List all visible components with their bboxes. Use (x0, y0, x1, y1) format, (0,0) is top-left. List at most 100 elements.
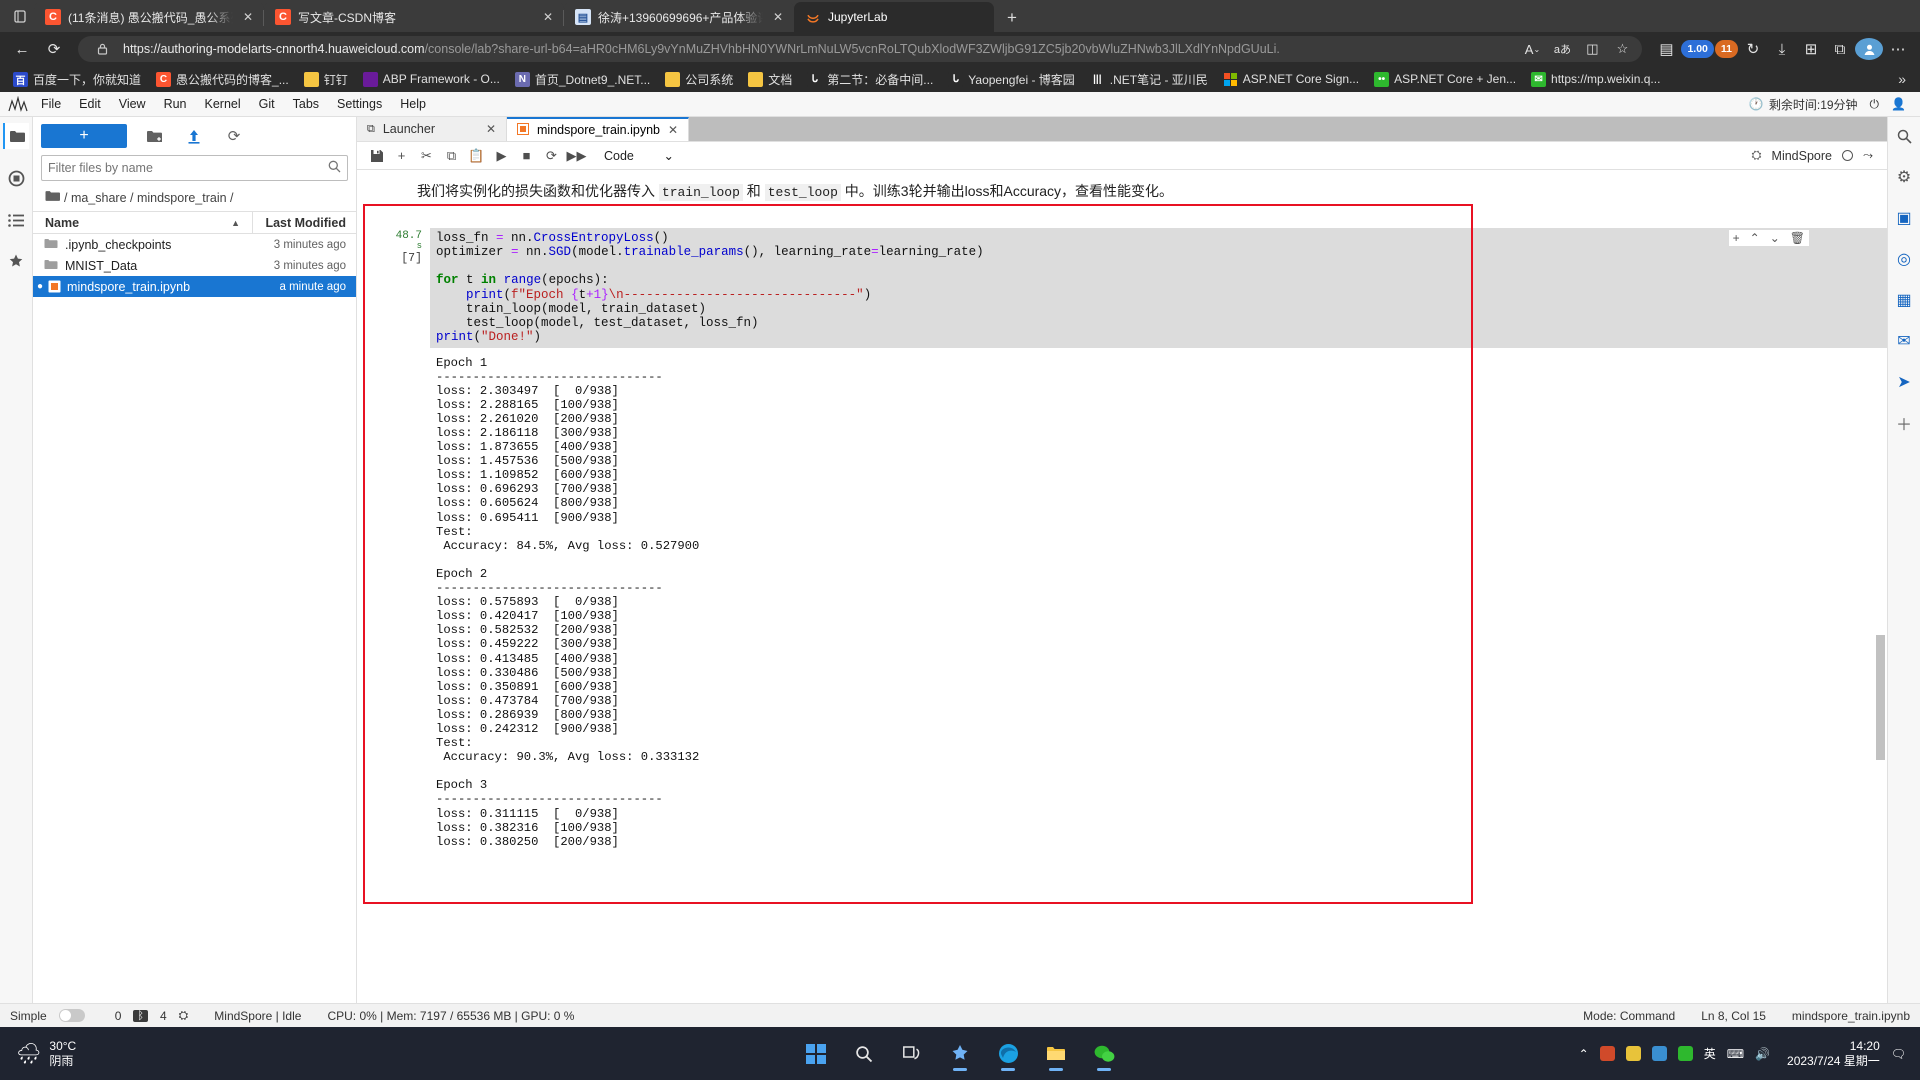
table-of-contents-icon[interactable] (3, 207, 29, 233)
extensions-icon[interactable]: ⧉ (1826, 35, 1854, 63)
stop-icon[interactable]: ■ (515, 145, 538, 167)
bookmark-item[interactable]: ABP Framework - O... (356, 70, 507, 89)
move-cell-down-icon[interactable]: ⌄ (1770, 231, 1780, 245)
tab-search-icon[interactable] (6, 0, 34, 32)
star-icon[interactable]: ☆ (1608, 37, 1636, 61)
browser-tab-0[interactable]: C (11条消息) 愚公搬代码_愚公系列 ✕ (34, 2, 264, 32)
volume-icon[interactable]: 🔊 (1755, 1047, 1770, 1061)
file-filter-input[interactable] (48, 161, 328, 175)
rewards-badge[interactable]: 1.00 (1681, 40, 1714, 58)
split-screen-icon[interactable]: ◫ (1578, 37, 1606, 61)
sound-icon[interactable] (1677, 1046, 1693, 1061)
user-icon[interactable]: 👤 (1891, 97, 1906, 111)
weather-widget[interactable]: 🌧 30°C 阴雨 (0, 1039, 230, 1068)
simple-mode-toggle[interactable] (58, 1009, 85, 1022)
kernel-info[interactable]: MindSpore | Idle (214, 1009, 301, 1023)
notebook-scroll-area[interactable]: 我们将实例化的损失函数和优化器传入 train_loop 和 test_loop… (357, 170, 1887, 1003)
kernels-count[interactable]: 4 (160, 1009, 167, 1023)
bookmark-item[interactable]: 公司系统 (658, 69, 740, 90)
add-icon[interactable]: ＋ (1891, 410, 1917, 436)
avatar[interactable] (1855, 38, 1883, 60)
new-launcher-button[interactable]: + (41, 124, 127, 148)
bug-icon[interactable]: ⛭ (1752, 148, 1762, 163)
collections-icon[interactable]: ▤ (1652, 35, 1680, 63)
column-header-name[interactable]: Name ▲ (33, 216, 252, 230)
wechat-icon[interactable] (1086, 1036, 1122, 1072)
network-icon[interactable] (1599, 1046, 1615, 1061)
menu-help[interactable]: Help (391, 94, 435, 114)
notebook-scrollbar[interactable] (1875, 170, 1885, 1003)
restart-run-all-icon[interactable]: ▶▶ (565, 145, 588, 167)
code-editor[interactable]: loss_fn = nn.CrossEntropyLoss() optimizer… (430, 227, 1887, 348)
file-filter-box[interactable] (41, 155, 348, 181)
menu-file[interactable]: File (32, 94, 70, 114)
bookmark-item[interactable]: C 愚公搬代码的博客_... (149, 69, 296, 90)
close-icon[interactable]: ✕ (240, 10, 256, 24)
back-button[interactable]: ← (8, 35, 36, 63)
new-folder-icon[interactable] (141, 124, 167, 148)
ellipsis-icon[interactable]: ⋯ (1884, 35, 1912, 63)
downloads-icon[interactable]: ⤓ (1768, 35, 1796, 63)
edge-icon[interactable] (990, 1036, 1026, 1072)
search-icon[interactable] (1891, 123, 1917, 149)
explorer-icon[interactable] (1038, 1036, 1074, 1072)
breadcrumb[interactable]: / ma_share / mindspore_train / (33, 187, 356, 211)
send-icon[interactable]: ➤ (1891, 369, 1917, 395)
file-browser-icon[interactable] (3, 123, 29, 149)
bookmark-item[interactable]: ᒐ 第二节：必备中间... (800, 69, 940, 90)
save-icon[interactable] (365, 145, 388, 167)
apps-icon[interactable]: ⊞ (1797, 35, 1825, 63)
doc-tab-notebook[interactable]: mindspore_train.ipynb ✕ (507, 117, 690, 141)
terminals-count[interactable]: 0 (115, 1009, 122, 1023)
bookmark-item[interactable]: •• ASP.NET Core + Jen... (1367, 70, 1523, 89)
app-icon[interactable] (1651, 1046, 1667, 1061)
refresh-button[interactable]: ⟳ (40, 35, 68, 63)
bookmark-item[interactable]: 百百度一下，你就知道 (6, 69, 148, 90)
file-row-ipynb-checkpoints[interactable]: .ipynb_checkpoints 3 minutes ago (33, 234, 356, 255)
menu-git[interactable]: Git (250, 94, 284, 114)
file-row-mindspore-train[interactable]: ● mindspore_train.ipynb a minute ago (33, 276, 356, 297)
close-icon[interactable]: ✕ (668, 123, 678, 137)
clock[interactable]: 14:20 2023/7/24 星期一 (1781, 1039, 1880, 1069)
menu-kernel[interactable]: Kernel (196, 94, 250, 114)
cell-type-select[interactable]: Code ⌄ (600, 145, 678, 167)
bookmark-item[interactable]: 文档 (741, 69, 799, 90)
cursor-position[interactable]: Ln 8, Col 15 (1701, 1009, 1766, 1023)
read-aloud-icon[interactable]: A ⌄ (1518, 37, 1546, 61)
search-icon[interactable] (846, 1036, 882, 1072)
ime-indicator[interactable]: 英 (1704, 1045, 1716, 1062)
notifications-badge[interactable]: 11 (1714, 40, 1738, 58)
bookmark-item[interactable]: 钉钉 (297, 69, 355, 90)
close-icon[interactable]: ✕ (540, 10, 556, 24)
mail-icon[interactable]: ✉ (1891, 328, 1917, 354)
task-view-icon[interactable] (894, 1036, 930, 1072)
tray-chevron-icon[interactable]: ⌃ (1579, 1047, 1589, 1061)
browser-tab-2[interactable]: ▤ 徐涛+13960699696+产品体验评 ✕ (563, 2, 794, 32)
code-cell[interactable]: + ⌃ ⌄ 🗑 48.7 s [7] loss_fn = nn.CrossEntr… (367, 227, 1887, 849)
close-icon[interactable]: ✕ (770, 10, 786, 24)
share-icon[interactable]: ⤳ (1863, 148, 1879, 163)
menu-view[interactable]: View (110, 94, 155, 114)
menu-tabs[interactable]: Tabs (284, 94, 328, 114)
bookmarks-overflow-button[interactable]: » (1890, 71, 1914, 87)
memory-icon[interactable]: ⛭ (179, 1008, 189, 1023)
help-circle-icon[interactable]: ◎ (1891, 246, 1917, 272)
bookmark-item[interactable]: ASP.NET Core Sign... (1216, 70, 1366, 89)
restart-icon[interactable]: ⟳ (540, 145, 563, 167)
menu-run[interactable]: Run (155, 94, 196, 114)
browser-tab-1[interactable]: C 写文章-CSDN博客 ✕ (263, 2, 564, 32)
keyboard-icon[interactable]: ⌨ (1727, 1047, 1744, 1061)
notebook-scrollbar-thumb[interactable] (1876, 635, 1885, 760)
notification-icon[interactable]: 🗨 (1891, 1047, 1906, 1061)
bookmark-item[interactable]: ✉ https://mp.weixin.q... (1524, 70, 1667, 89)
address-bar[interactable]: https://authoring-modelarts-cnnorth4.hua… (78, 36, 1643, 62)
copy-icon[interactable]: ⧉ (440, 145, 463, 167)
markdown-cell[interactable]: 我们将实例化的损失函数和优化器传入 train_loop 和 test_loop… (367, 170, 1887, 212)
bookmark-item[interactable]: ||| .NET笔记 - 亚川民 (1083, 69, 1215, 90)
power-icon[interactable]: ⏻ (1870, 97, 1880, 112)
menu-settings[interactable]: Settings (328, 94, 391, 114)
new-tab-button[interactable]: + (998, 4, 1026, 32)
upload-icon[interactable] (181, 124, 207, 148)
browser-tab-3[interactable]: JupyterLab (794, 2, 994, 32)
menu-edit[interactable]: Edit (70, 94, 110, 114)
